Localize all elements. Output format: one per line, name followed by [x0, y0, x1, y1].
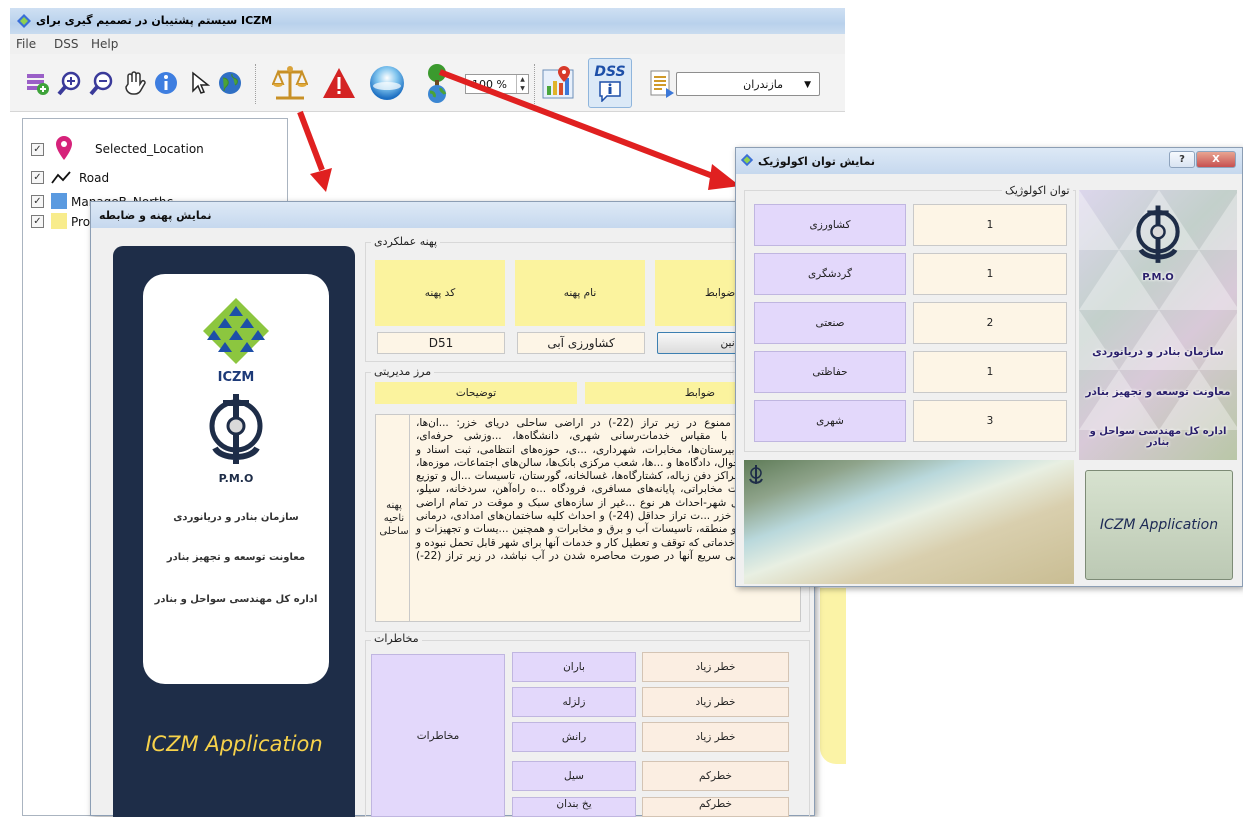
- logo-label: ICZM: [217, 370, 255, 385]
- eco-value: 3: [913, 400, 1067, 442]
- hazard-level: خطرکم: [642, 761, 789, 791]
- ecological-capacity-dialog: نمایش توان اکولوژیک ? X توان اکولوژیک کشا…: [735, 147, 1243, 587]
- logo-subtitle: P.M.O: [1142, 272, 1174, 283]
- dialog-title-bar: نمایش پهنه و ضابطه: [91, 202, 814, 228]
- eco-value: 2: [913, 302, 1067, 344]
- eco-category: گردشگری: [754, 253, 906, 295]
- hazards-row-label: مخاطرات: [371, 654, 505, 817]
- hazard-type: باران: [512, 652, 636, 682]
- eco-value: 1: [913, 204, 1067, 246]
- iczm-application-button[interactable]: ICZM Application: [1085, 470, 1233, 580]
- col-header-zone-name: نام پهنه: [515, 260, 645, 326]
- col-header-description: توضیحات: [375, 382, 577, 404]
- org-department: اداره کل مهندسی سواحل و بنادر: [154, 594, 318, 605]
- eco-category: کشاورزی: [754, 204, 906, 246]
- beach-photo: [744, 460, 1074, 584]
- iczm-diamond-logo-icon: [201, 296, 271, 369]
- hazard-type: سیل: [512, 761, 636, 791]
- dialog-title: نمایش پهنه و ضابطه: [99, 209, 212, 222]
- org-name: سازمان بنادر و دریانوردی: [1092, 346, 1224, 358]
- dialog-title-bar: نمایش توان اکولوژیک ? X: [736, 148, 1242, 174]
- logo-subtitle: P.M.O: [218, 472, 254, 485]
- eco-category: صنعتی: [754, 302, 906, 344]
- org-deputy: معاونت توسعه و تجهیز بنادر: [166, 552, 306, 563]
- hazard-type: رانش: [512, 722, 636, 752]
- zone-name-field[interactable]: کشاورزی آبی: [517, 332, 645, 354]
- eco-value: 1: [913, 351, 1067, 393]
- logo-card: ICZM P.M.O سازمان بنادر و دریانوردی معاو…: [143, 274, 329, 684]
- app-title: ICZM Application: [145, 732, 323, 756]
- hazard-level: خطر زیاد: [642, 687, 789, 717]
- hazards-label: مخاطرات: [371, 632, 422, 645]
- branding-panel: P.M.O سازمان بنادر و دریانوردی معاونت تو…: [1079, 190, 1237, 582]
- dialog-title: نمایش توان اکولوژیک: [758, 155, 875, 168]
- ecological-capacity-label: توان اکولوژیک: [1002, 184, 1073, 197]
- eco-category: حفاظتی: [754, 351, 906, 393]
- zone-rules-dialog: نمایش پهنه و ضابطه ICZM P.M.O سازمان بنا…: [90, 201, 815, 817]
- hazard-level: خطر زیاد: [642, 722, 789, 752]
- anchor-wheel-logo-icon: [203, 388, 269, 475]
- col-header-zone-code: کد پهنه: [375, 260, 505, 326]
- org-deputy: معاونت توسعه و تجهیز بنادر: [1085, 386, 1231, 398]
- help-button[interactable]: ?: [1169, 151, 1195, 168]
- hazard-type: یخ بندان: [512, 797, 636, 817]
- close-button[interactable]: X: [1196, 151, 1236, 168]
- eco-value: 1: [913, 253, 1067, 295]
- window-controls: ? X: [1168, 151, 1236, 168]
- hazard-type: زلزله: [512, 687, 636, 717]
- hazard-level: خطر زیاد: [642, 652, 789, 682]
- hazard-level: خطرکم: [642, 797, 789, 817]
- eco-category: شهری: [754, 400, 906, 442]
- red-arrow-icon: [297, 110, 332, 192]
- org-name: سازمان بنادر و دریانوردی: [173, 512, 299, 523]
- iczm-logo-icon: [740, 153, 754, 170]
- coastal-zone-label: پهنه ناحیه ساحلی: [375, 414, 413, 622]
- zone-code-field[interactable]: D51: [377, 332, 505, 354]
- branding-panel: ICZM P.M.O سازمان بنادر و دریانوردی معاو…: [113, 246, 355, 817]
- management-boundary-label: مرز مدیریتی: [371, 365, 435, 378]
- anchor-small-icon: [748, 464, 764, 489]
- triangle-pattern-background: P.M.O سازمان بنادر و دریانوردی معاونت تو…: [1079, 190, 1237, 460]
- functional-zone-label: پهنه عملکردی: [371, 235, 441, 248]
- org-department: اداره کل مهندسی سواحل و بنادر: [1089, 426, 1227, 448]
- red-arrow-icon: [438, 69, 740, 190]
- anchor-wheel-logo-icon: [1131, 200, 1185, 273]
